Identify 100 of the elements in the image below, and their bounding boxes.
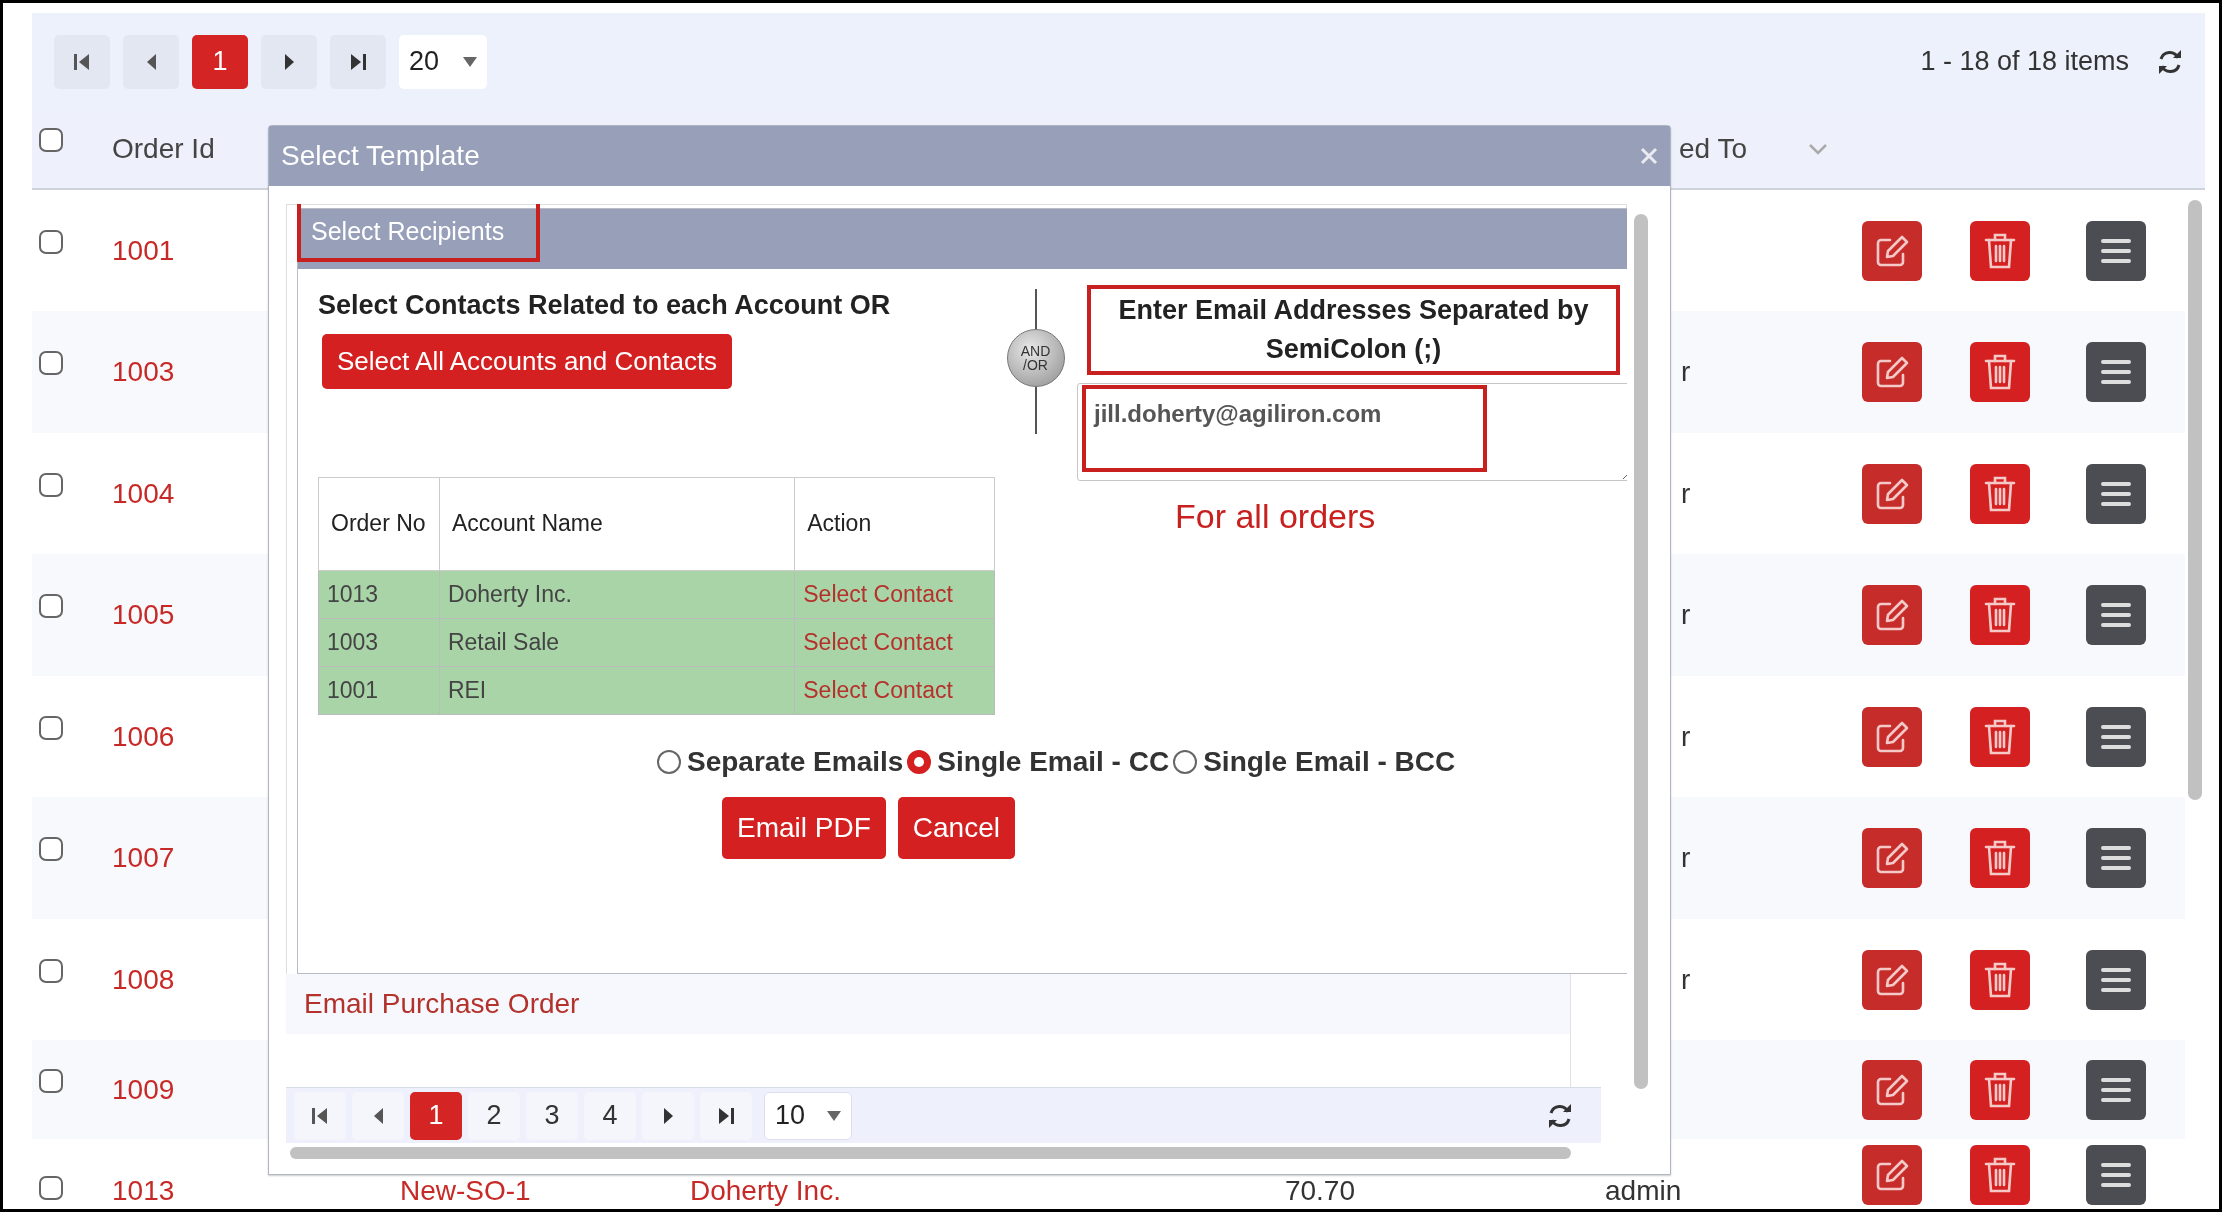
select-contact-link[interactable]: Select Contact bbox=[794, 570, 995, 618]
delete-button[interactable] bbox=[1970, 706, 2030, 767]
row-checkbox[interactable] bbox=[39, 837, 63, 862]
edit-button[interactable] bbox=[1862, 1145, 1922, 1206]
next-page-button[interactable] bbox=[261, 34, 317, 89]
trash-icon bbox=[1984, 839, 2016, 878]
assigned-to-text: r bbox=[1681, 477, 1691, 509]
radio-label[interactable]: Separate Emails bbox=[687, 740, 904, 783]
row-checkbox[interactable] bbox=[39, 594, 63, 619]
radio-button[interactable] bbox=[657, 749, 681, 774]
previous-page-button[interactable] bbox=[123, 34, 179, 89]
row-checkbox[interactable] bbox=[39, 715, 63, 740]
row-checkbox[interactable] bbox=[39, 1175, 63, 1200]
order-number-link[interactable]: New-SO-1 bbox=[400, 1174, 531, 1206]
menu-button[interactable] bbox=[2086, 342, 2146, 403]
table-cell: Retail Sale bbox=[439, 618, 795, 666]
order-id-link[interactable]: 1001 bbox=[112, 234, 175, 266]
page-button[interactable]: 1 bbox=[192, 34, 248, 89]
delete-button[interactable] bbox=[1970, 342, 2030, 403]
order-id-link[interactable]: 1009 bbox=[112, 1073, 175, 1105]
page-button[interactable]: 1 bbox=[410, 1091, 462, 1140]
first-page-button[interactable] bbox=[294, 1091, 346, 1140]
next-page-icon bbox=[662, 1106, 674, 1125]
column-header[interactable]: ed To bbox=[1679, 128, 1747, 170]
row-checkbox[interactable] bbox=[39, 229, 63, 254]
delete-button[interactable] bbox=[1970, 828, 2030, 889]
amount-text: 70.70 bbox=[1284, 1174, 1355, 1206]
select-contact-link[interactable]: Select Contact bbox=[794, 618, 995, 666]
edit-icon bbox=[1875, 476, 1909, 511]
radio-label[interactable]: Single Email - BCC bbox=[1203, 740, 1456, 783]
page-button[interactable]: 4 bbox=[584, 1091, 636, 1140]
last-page-button[interactable] bbox=[330, 34, 386, 89]
order-id-link[interactable]: 1007 bbox=[112, 842, 175, 874]
delete-button[interactable] bbox=[1970, 1145, 2030, 1206]
menu-button[interactable] bbox=[2086, 463, 2146, 524]
edit-button[interactable] bbox=[1862, 585, 1922, 646]
scrollbar-thumb[interactable] bbox=[1634, 214, 1648, 1089]
radio-label[interactable]: Single Email - CC bbox=[937, 740, 1170, 783]
menu-button[interactable] bbox=[2086, 949, 2146, 1010]
menu-button[interactable] bbox=[2086, 585, 2146, 646]
select-contact-link[interactable]: Select Contact bbox=[794, 666, 995, 714]
delete-button[interactable] bbox=[1970, 949, 2030, 1010]
menu-button[interactable] bbox=[2086, 1059, 2146, 1120]
email-pdf-button[interactable]: Email PDF bbox=[722, 796, 886, 859]
last-page-icon bbox=[350, 52, 366, 71]
row-checkbox[interactable] bbox=[39, 1068, 63, 1093]
edit-button[interactable] bbox=[1862, 463, 1922, 524]
row-checkbox[interactable] bbox=[39, 351, 63, 376]
previous-page-button[interactable] bbox=[352, 1091, 404, 1140]
row-checkbox[interactable] bbox=[39, 958, 63, 983]
scrollbar-thumb[interactable] bbox=[290, 1147, 1571, 1159]
edit-button[interactable] bbox=[1862, 1059, 1922, 1120]
trash-icon bbox=[1984, 1156, 2016, 1195]
menu-button[interactable] bbox=[2086, 706, 2146, 767]
delete-button[interactable] bbox=[1970, 463, 2030, 524]
edit-button[interactable] bbox=[1862, 342, 1922, 403]
assigned-to-text: r bbox=[1681, 842, 1691, 874]
select-all-button[interactable]: Select All Accounts and Contacts bbox=[322, 333, 733, 389]
chevron-down-icon bbox=[1808, 143, 1828, 155]
page-button[interactable]: 3 bbox=[526, 1091, 578, 1140]
account-name-link[interactable]: Doherty Inc. bbox=[690, 1174, 841, 1206]
scrollbar-thumb[interactable] bbox=[2188, 200, 2202, 800]
refresh-button[interactable] bbox=[1547, 1102, 1573, 1129]
radio-button[interactable] bbox=[1173, 749, 1198, 774]
column-header[interactable]: Order Id bbox=[112, 128, 215, 170]
menu-button[interactable] bbox=[2086, 1145, 2146, 1206]
divider-line bbox=[1034, 387, 1037, 434]
template-link[interactable]: Email Purchase Order bbox=[286, 974, 1570, 1034]
menu-icon bbox=[2100, 237, 2132, 264]
delete-button[interactable] bbox=[1970, 220, 2030, 281]
delete-button[interactable] bbox=[1970, 1059, 2030, 1120]
delete-button[interactable] bbox=[1970, 585, 2030, 646]
edit-button[interactable] bbox=[1862, 706, 1922, 767]
order-id-link[interactable]: 1013 bbox=[112, 1174, 175, 1206]
order-id-link[interactable]: 1005 bbox=[112, 599, 175, 631]
order-id-link[interactable]: 1004 bbox=[112, 477, 175, 509]
row-checkbox[interactable] bbox=[39, 472, 63, 497]
order-id-link[interactable]: 1008 bbox=[112, 963, 175, 995]
menu-button[interactable] bbox=[2086, 220, 2146, 281]
cancel-button[interactable]: Cancel bbox=[897, 796, 1015, 859]
last-page-button[interactable] bbox=[700, 1091, 752, 1140]
edit-button[interactable] bbox=[1862, 949, 1922, 1010]
radio-button[interactable] bbox=[907, 749, 932, 774]
page-button[interactable]: 2 bbox=[468, 1091, 520, 1140]
table-cell: REI bbox=[439, 666, 795, 714]
divider-line bbox=[1034, 289, 1037, 329]
select-all-checkbox[interactable] bbox=[39, 128, 63, 152]
column-header: Order No bbox=[318, 477, 440, 570]
email-heading: Enter Email Addresses Separated by SemiColon (;) bbox=[1117, 294, 1590, 367]
edit-button[interactable] bbox=[1862, 828, 1922, 889]
refresh-button[interactable] bbox=[2157, 48, 2183, 75]
menu-button[interactable] bbox=[2086, 828, 2146, 889]
next-page-button[interactable] bbox=[642, 1091, 694, 1140]
page-size-select[interactable]: 10 bbox=[764, 1091, 852, 1140]
first-page-button[interactable] bbox=[54, 34, 110, 89]
email-input[interactable]: jill.doherty@agiliron.com bbox=[1077, 383, 1627, 482]
order-id-link[interactable]: 1003 bbox=[112, 356, 175, 388]
page-size-select[interactable]: 20 bbox=[399, 34, 487, 89]
order-id-link[interactable]: 1006 bbox=[112, 720, 175, 752]
edit-button[interactable] bbox=[1862, 220, 1922, 281]
